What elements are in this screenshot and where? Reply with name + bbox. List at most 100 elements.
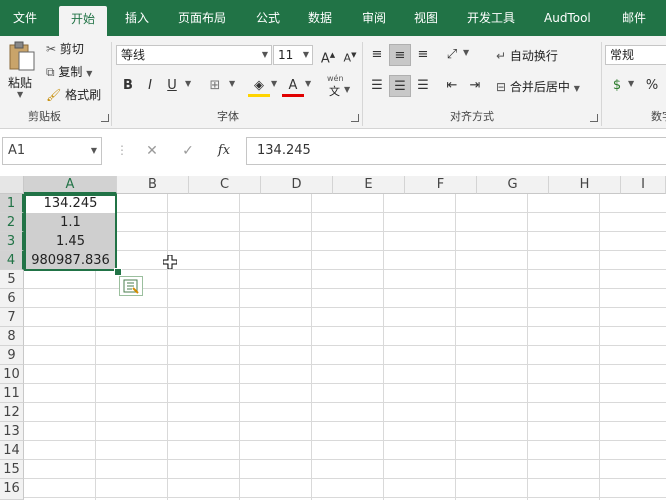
tab-view[interactable]: 视图 [414,0,438,36]
quick-analysis-button[interactable] [119,276,143,296]
column-header-b[interactable]: B [117,176,189,194]
row-header-9[interactable]: 9 [0,346,24,365]
clipboard-group-label: 剪贴板 [28,110,61,123]
row-header-13[interactable]: 13 [0,422,24,441]
column-header-g[interactable]: G [477,176,549,194]
divider [111,42,112,126]
copy-label: 复制 [58,65,83,79]
fill-handle[interactable] [114,268,122,276]
format-painter-label: 格式刷 [65,88,102,102]
font-name-select[interactable]: 等线 ▼ [116,45,272,65]
increase-indent-icon[interactable]: ⇥ [464,75,486,97]
merge-center-label: 合并后居中 [509,80,570,94]
row-header-15[interactable]: 15 [0,460,24,479]
align-middle-icon[interactable]: ≡ [389,44,411,66]
row-header-6[interactable]: 6 [0,289,24,308]
tab-home[interactable]: 开始 [59,6,107,36]
row-header-5[interactable]: 5 [0,270,24,289]
more-handle-icon[interactable]: ⋮ [116,143,128,157]
row-header-1[interactable]: 1 [0,194,24,213]
underline-button[interactable]: U [161,75,183,97]
column-header-i[interactable]: I [621,176,666,194]
border-dropdown-icon[interactable]: ▼ [229,79,235,88]
row-header-11[interactable]: 11 [0,384,24,403]
tab-page-layout[interactable]: 页面布局 [178,0,226,36]
fill-dropdown-icon[interactable]: ▼ [271,79,277,88]
formula-value: 134.245 [257,143,311,158]
row-header-10[interactable]: 10 [0,365,24,384]
font-color-icon[interactable]: A [282,75,304,97]
increase-font-icon[interactable]: A▲ [317,44,339,66]
decrease-indent-icon[interactable]: ⇤ [441,75,463,97]
cancel-icon[interactable]: ✕ [141,141,163,161]
row-header-4[interactable]: 4 [0,251,24,270]
font-size-select[interactable]: 11 ▼ [273,45,313,65]
bold-button[interactable]: B [117,75,139,97]
align-bottom-icon[interactable]: ≡ [412,44,434,66]
font-group-label: 字体 [217,110,239,123]
orientation-icon[interactable]: ⤢ [441,44,463,66]
cut-button[interactable]: ✂ 剪切 [46,40,84,57]
row-header-8[interactable]: 8 [0,327,24,346]
tab-mail[interactable]: 邮件 [622,0,646,36]
worksheet-grid[interactable] [24,194,666,500]
name-box[interactable]: A1 ▼ [2,137,102,165]
row-header-3[interactable]: 3 [0,232,24,251]
column-header-e[interactable]: E [333,176,405,194]
tab-audtool[interactable]: AudTool [544,0,591,36]
align-right-icon[interactable]: ☰ [412,75,434,97]
select-all-corner[interactable] [0,176,24,194]
brush-icon: 🖌 [46,88,62,102]
column-header-c[interactable]: C [189,176,261,194]
row-header-2[interactable]: 2 [0,213,24,232]
align-top-icon[interactable]: ≡ [366,44,388,66]
column-header-h[interactable]: H [549,176,621,194]
font-size-value: 11 [278,48,294,62]
column-header-d[interactable]: D [261,176,333,194]
enter-icon[interactable]: ✓ [177,141,199,161]
italic-button[interactable]: I [139,75,161,97]
orientation-dropdown-icon[interactable]: ▼ [463,48,469,57]
phonetic-pinyin: wén [327,74,344,83]
tab-review[interactable]: 审阅 [362,0,386,36]
formula-input[interactable]: 134.245 [246,137,666,165]
insert-function-icon[interactable]: fx [213,141,235,161]
column-header-a[interactable]: A [24,176,117,194]
align-left-icon[interactable]: ☰ [366,75,388,97]
font-launcher-icon[interactable] [351,114,359,122]
tab-data[interactable]: 数据 [308,0,332,36]
wrap-text-button[interactable]: ↵ 自动换行 [496,47,558,64]
row-header-12[interactable]: 12 [0,403,24,422]
row-header-16[interactable]: 16 [0,479,24,500]
tab-developer[interactable]: 开发工具 [467,0,515,36]
row-header-7[interactable]: 7 [0,308,24,327]
format-painter-button[interactable]: 🖌 格式刷 [46,86,101,103]
tab-file[interactable]: 文件 [13,0,37,36]
tab-insert[interactable]: 插入 [125,0,149,36]
font-color-dropdown-icon[interactable]: ▼ [305,79,311,88]
tab-formulas[interactable]: 公式 [256,0,280,36]
align-center-icon[interactable]: ☰ [389,75,411,97]
border-icon[interactable]: ⊞ [204,75,226,97]
paste-button[interactable]: 粘贴 ▼ [4,40,38,104]
copy-button[interactable]: ⧉ 复制 ▼ [46,63,92,80]
column-header-f[interactable]: F [405,176,477,194]
chevron-down-icon: ▼ [261,50,268,59]
accounting-format-icon[interactable]: $ [606,75,628,97]
number-format-select[interactable]: 常规 [605,45,666,65]
wrap-text-icon: ↵ [496,49,507,63]
accounting-dropdown-icon[interactable]: ▼ [628,79,634,88]
phonetic-char: 文 [329,85,340,98]
row-header-14[interactable]: 14 [0,441,24,460]
decrease-font-icon[interactable]: A▼ [339,44,361,66]
merge-center-button[interactable]: ⊟ 合并后居中 ▼ [496,78,580,95]
phonetic-guide-button[interactable]: wén 文 ▼ [323,74,353,98]
alignment-launcher-icon[interactable] [590,114,598,122]
divider [601,42,602,126]
fill-color-icon[interactable]: ◈ [248,75,270,97]
underline-dropdown-icon[interactable]: ▼ [185,79,191,88]
quick-analysis-icon [123,279,139,294]
clipboard-launcher-icon[interactable] [101,114,109,122]
percent-button[interactable]: % [641,75,663,97]
paste-dropdown-icon: ▼ [17,90,24,99]
